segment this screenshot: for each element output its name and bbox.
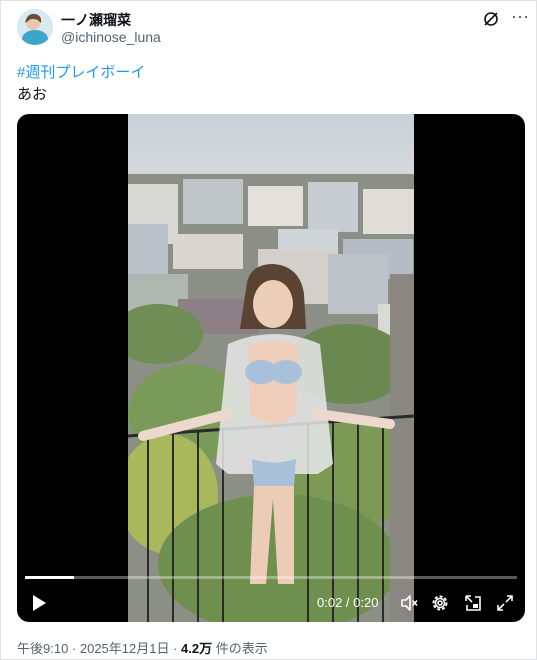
- video-current-time: 0:02: [317, 595, 343, 610]
- avatar[interactable]: [17, 9, 53, 45]
- grok-icon[interactable]: [483, 11, 499, 27]
- post-text: あお: [17, 86, 48, 103]
- more-icon[interactable]: ⋯: [511, 7, 530, 28]
- author-name[interactable]: 一ノ瀬瑠菜: [61, 10, 131, 30]
- video-time-divider: /: [342, 595, 354, 610]
- play-icon[interactable]: [31, 594, 47, 612]
- video-progress-fill: [25, 576, 75, 579]
- video-time: 0:02 / 0:20: [317, 595, 378, 610]
- video-progress-bar[interactable]: [25, 576, 517, 579]
- meta-separator: ·: [169, 641, 182, 656]
- post-card[interactable]: 一ノ瀬瑠菜 @ichinose_luna ⋯ #週刊プレイボーイ あお 0:02…: [0, 0, 537, 660]
- author-handle[interactable]: @ichinose_luna: [61, 29, 161, 45]
- pip-icon[interactable]: [463, 593, 483, 613]
- settings-icon[interactable]: [430, 593, 450, 613]
- fullscreen-icon[interactable]: [495, 593, 515, 613]
- post-meta: 午後9:10 · 2025年12月1日 · 4.2万 件の表示: [17, 638, 268, 657]
- post-timestamp[interactable]: 午後9:10 · 2025年12月1日: [17, 641, 169, 656]
- views-count: 4.2万: [181, 641, 213, 656]
- views-label: 件の表示: [215, 641, 268, 656]
- volume-mute-icon[interactable]: [399, 593, 419, 613]
- hashtag-link[interactable]: #週刊プレイボーイ: [17, 61, 145, 82]
- video-player[interactable]: 0:02 / 0:20: [17, 114, 525, 622]
- video-duration: 0:20: [353, 595, 379, 610]
- video-frame[interactable]: [128, 114, 414, 622]
